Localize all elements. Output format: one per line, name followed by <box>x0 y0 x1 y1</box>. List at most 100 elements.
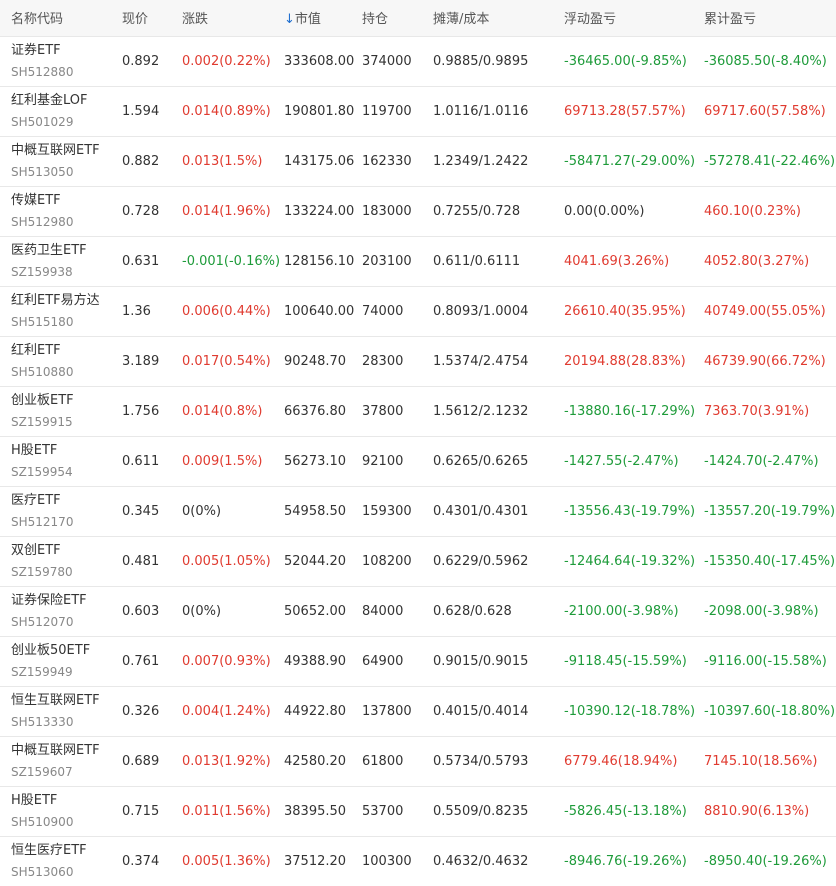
header-cost[interactable]: 摊薄/成本 <box>433 0 564 36</box>
price-cell: 0.761 <box>122 653 160 669</box>
cost-cell: 0.611/0.6111 <box>433 253 521 269</box>
fund-name[interactable]: 恒生医疗ETF <box>11 842 122 860</box>
total-pl-cell: -1424.70(-2.47%) <box>704 453 819 469</box>
cost-cell: 0.4301/0.4301 <box>433 503 529 519</box>
fund-name[interactable]: 红利ETF <box>11 342 122 360</box>
price-cell: 0.374 <box>122 853 160 869</box>
table-row[interactable]: 恒生医疗ETF SH513060 0.374 0.005(1.36%) 37512.20… <box>0 836 836 886</box>
table-row[interactable]: 红利ETF易方达 SH515180 1.36 0.006(0.44%) 100640.0… <box>0 286 836 336</box>
float-pl-cell: -8946.76(-19.26%) <box>564 853 687 869</box>
total-pl-cell: 8810.90(6.13%) <box>704 803 810 819</box>
table-row[interactable]: 中概互联网ETF SZ159607 0.689 0.013(1.92%) 42580.2… <box>0 736 836 786</box>
name-cell: 恒生医疗ETF SH513060 <box>0 836 122 886</box>
fund-name[interactable]: 中概互联网ETF <box>11 742 122 760</box>
table-row[interactable]: H股ETF SH510900 0.715 0.011(1.56%) 38395.50 53… <box>0 786 836 836</box>
change-cell: 0(0%) <box>182 603 222 619</box>
header-name[interactable]: 名称代码 <box>0 0 122 36</box>
float-pl-cell: 26610.40(35.95%) <box>564 303 686 319</box>
fund-name[interactable]: 双创ETF <box>11 542 122 560</box>
position-cell: 137800 <box>362 703 412 719</box>
fund-name[interactable]: H股ETF <box>11 792 122 810</box>
table-row[interactable]: 红利ETF SH510880 3.189 0.017(0.54%) 90248.70 28… <box>0 336 836 386</box>
position-cell: 64900 <box>362 653 404 669</box>
position-cell: 92100 <box>362 453 404 469</box>
header-total-pl[interactable]: 累计盈亏 <box>704 0 836 36</box>
market-value-cell: 49388.90 <box>284 653 347 669</box>
total-pl-cell: -8950.40(-19.26%) <box>704 853 827 869</box>
market-value-cell: 44922.80 <box>284 703 347 719</box>
position-cell: 74000 <box>362 303 404 319</box>
table-row[interactable]: 创业板50ETF SZ159949 0.761 0.007(0.93%) 49388.9… <box>0 636 836 686</box>
table-row[interactable]: 医疗ETF SH512170 0.345 0(0%) 54958.50 159300 0.4… <box>0 486 836 536</box>
cost-cell: 0.6229/0.5962 <box>433 553 529 569</box>
fund-name[interactable]: 红利基金LOF <box>11 92 122 110</box>
market-value-cell: 133224.00 <box>284 203 355 219</box>
sort-desc-arrow-icon: ↓ <box>284 12 295 28</box>
table-row[interactable]: 红利基金LOF SH501029 1.594 0.014(0.89%) 190801.8… <box>0 86 836 136</box>
fund-name[interactable]: 创业板50ETF <box>11 642 122 660</box>
market-value-cell: 37512.20 <box>284 853 347 869</box>
change-cell: 0.014(0.89%) <box>182 103 271 119</box>
table-row[interactable]: 中概互联网ETF SH513050 0.882 0.013(1.5%) 143175.0… <box>0 136 836 186</box>
position-cell: 28300 <box>362 353 404 369</box>
fund-name[interactable]: 中概互联网ETF <box>11 142 122 160</box>
price-cell: 0.631 <box>122 253 160 269</box>
header-position[interactable]: 持仓 <box>362 0 433 36</box>
position-cell: 374000 <box>362 53 412 69</box>
position-cell: 61800 <box>362 753 404 769</box>
float-pl-cell: -1427.55(-2.47%) <box>564 453 679 469</box>
header-float-pl[interactable]: 浮动盈亏 <box>564 0 704 36</box>
name-cell: 红利ETF SH510880 <box>0 336 122 386</box>
table-row[interactable]: 创业板ETF SZ159915 1.756 0.014(0.8%) 66376.80 37… <box>0 386 836 436</box>
change-cell: 0.013(1.92%) <box>182 753 271 769</box>
table-row[interactable]: 医药卫生ETF SZ159938 0.631 -0.001(-0.16%) 128156… <box>0 236 836 286</box>
position-cell: 84000 <box>362 603 404 619</box>
table-row[interactable]: H股ETF SZ159954 0.611 0.009(1.5%) 56273.10 921… <box>0 436 836 486</box>
price-cell: 0.715 <box>122 803 160 819</box>
fund-name[interactable]: 医疗ETF <box>11 492 122 510</box>
total-pl-cell: 46739.90(66.72%) <box>704 353 826 369</box>
table-row[interactable]: 恒生互联网ETF SH513330 0.326 0.004(1.24%) 44922.8… <box>0 686 836 736</box>
fund-name[interactable]: 医药卫生ETF <box>11 242 122 260</box>
table-row[interactable]: 双创ETF SZ159780 0.481 0.005(1.05%) 52044.20 10… <box>0 536 836 586</box>
total-pl-cell: -2098.00(-3.98%) <box>704 603 819 619</box>
total-pl-cell: 4052.80(3.27%) <box>704 253 810 269</box>
price-cell: 1.594 <box>122 103 160 119</box>
change-cell: 0(0%) <box>182 503 222 519</box>
market-value-cell: 333608.00 <box>284 53 355 69</box>
name-cell: 证券ETF SH512880 <box>0 36 122 86</box>
table-row[interactable]: 证券ETF SH512880 0.892 0.002(0.22%) 333608.00 3… <box>0 36 836 86</box>
fund-name[interactable]: 恒生互联网ETF <box>11 692 122 710</box>
fund-name[interactable]: 证券ETF <box>11 42 122 60</box>
name-cell: 中概互联网ETF SZ159607 <box>0 736 122 786</box>
float-pl-cell: -13556.43(-19.79%) <box>564 503 696 519</box>
name-cell: 红利基金LOF SH501029 <box>0 86 122 136</box>
change-cell: 0.009(1.5%) <box>182 453 263 469</box>
header-market-value[interactable]: ↓市值 <box>284 0 362 36</box>
fund-name[interactable]: 创业板ETF <box>11 392 122 410</box>
fund-code: SH513330 <box>11 714 74 729</box>
cost-cell: 1.0116/1.0116 <box>433 103 529 119</box>
fund-name[interactable]: 红利ETF易方达 <box>11 292 122 310</box>
fund-name[interactable]: H股ETF <box>11 442 122 460</box>
fund-code: SH513060 <box>11 864 74 879</box>
table-row[interactable]: 传媒ETF SH512980 0.728 0.014(1.96%) 133224.00 1… <box>0 186 836 236</box>
position-cell: 108200 <box>362 553 412 569</box>
fund-name[interactable]: 传媒ETF <box>11 192 122 210</box>
position-cell: 119700 <box>362 103 412 119</box>
cost-cell: 0.6265/0.6265 <box>433 453 529 469</box>
table-row[interactable]: 证券保险ETF SH512070 0.603 0(0%) 50652.00 84000 0.… <box>0 586 836 636</box>
header-price[interactable]: 现价 <box>122 0 182 36</box>
header-change[interactable]: 涨跌 <box>182 0 284 36</box>
market-value-cell: 56273.10 <box>284 453 347 469</box>
change-cell: 0.006(0.44%) <box>182 303 271 319</box>
fund-name[interactable]: 证券保险ETF <box>11 592 122 610</box>
change-cell: 0.013(1.5%) <box>182 153 263 169</box>
change-cell: 0.002(0.22%) <box>182 53 271 69</box>
cost-cell: 0.9885/0.9895 <box>433 53 529 69</box>
float-pl-cell: 69713.28(57.57%) <box>564 103 686 119</box>
name-cell: 红利ETF易方达 SH515180 <box>0 286 122 336</box>
price-cell: 0.882 <box>122 153 160 169</box>
cost-cell: 0.8093/1.0004 <box>433 303 529 319</box>
fund-code: SH510880 <box>11 364 74 379</box>
